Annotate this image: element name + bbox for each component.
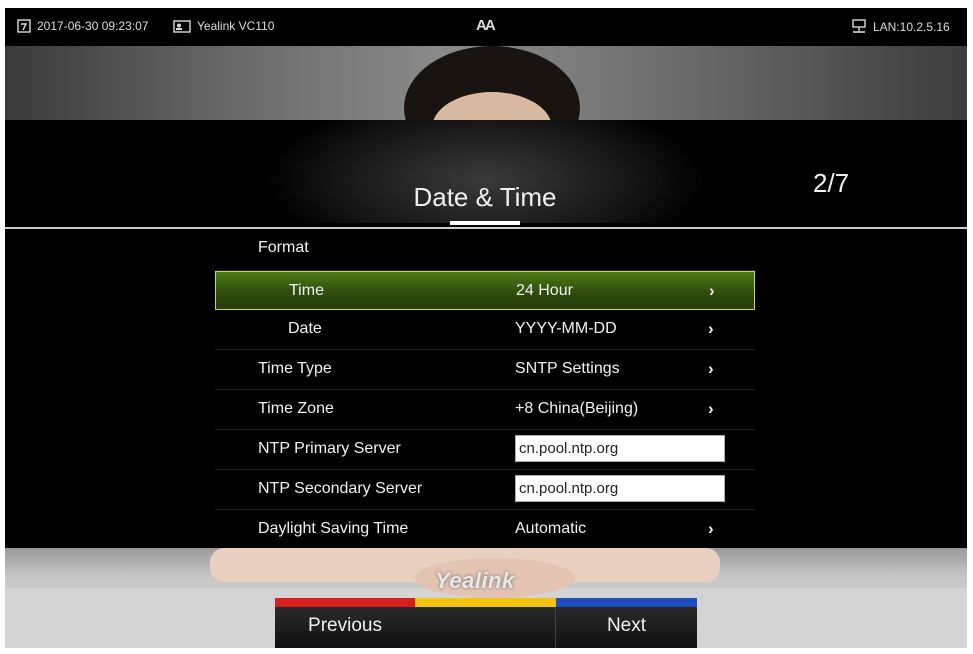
setting-label: Daylight Saving Time bbox=[258, 520, 409, 537]
setting-label: Date bbox=[288, 320, 322, 337]
chevron-right-icon: › bbox=[708, 399, 714, 418]
person-head-image bbox=[404, 46, 580, 120]
setting-value: YYYY-MM-DD bbox=[515, 320, 617, 337]
blank-softkey-button[interactable] bbox=[415, 607, 556, 648]
text-size-icon: AA bbox=[476, 17, 496, 34]
page-indicator: 2/7 bbox=[813, 168, 850, 198]
setting-value: +8 China(Beijing) bbox=[515, 400, 639, 417]
status-bar: 2017-06-30 09:23:07 Yealink VC110 AA LAN… bbox=[5, 8, 967, 46]
setting-label: Time bbox=[289, 282, 324, 299]
setting-label: Time Type bbox=[258, 360, 332, 377]
settings-list: Format Time 24 Hour › Date YYYY-MM-DD › … bbox=[215, 231, 755, 550]
screen-frame: 2017-06-30 09:23:07 Yealink VC110 AA LAN… bbox=[5, 8, 967, 648]
camera-preview-top bbox=[5, 46, 967, 120]
setting-row-time-type[interactable]: Time Type SNTP Settings › bbox=[215, 350, 755, 390]
setting-row-ntp-secondary: NTP Secondary Server cn.pool.ntp.org bbox=[215, 470, 755, 510]
datetime-text: 2017-06-30 09:23:07 bbox=[37, 19, 149, 33]
chevron-right-icon: › bbox=[709, 281, 715, 300]
title-area: Date & Time 2/7 bbox=[5, 120, 967, 225]
device-status: Yealink VC110 bbox=[173, 19, 274, 33]
setting-row-time-format[interactable]: Time 24 Hour › bbox=[215, 271, 755, 310]
chevron-right-icon: › bbox=[708, 319, 714, 338]
softkey-red-strip bbox=[275, 598, 415, 607]
setting-row-ntp-primary: NTP Primary Server cn.pool.ntp.org bbox=[215, 430, 755, 470]
network-text: LAN:10.2.5.16 bbox=[873, 20, 950, 34]
datetime-status: 2017-06-30 09:23:07 bbox=[17, 19, 148, 33]
contact-card-icon bbox=[173, 19, 191, 33]
setting-row-time-zone[interactable]: Time Zone +8 China(Beijing) › bbox=[215, 390, 755, 430]
lan-icon bbox=[852, 19, 866, 33]
ntp-secondary-server-input[interactable]: cn.pool.ntp.org bbox=[515, 475, 725, 502]
softkey-bar: Previous Next bbox=[275, 598, 697, 648]
setting-label: NTP Primary Server bbox=[258, 440, 401, 457]
setting-value: Automatic bbox=[515, 520, 587, 537]
setting-label: NTP Secondary Server bbox=[258, 480, 423, 497]
setting-value: SNTP Settings bbox=[515, 360, 620, 377]
calendar-icon bbox=[17, 19, 31, 33]
format-header-label: Format bbox=[258, 239, 309, 256]
chevron-right-icon: › bbox=[708, 359, 714, 378]
title-underline bbox=[450, 221, 520, 225]
softkey-blue-strip bbox=[556, 598, 697, 607]
next-button[interactable]: Next bbox=[556, 607, 697, 648]
yealink-logo: Yealink bbox=[435, 568, 515, 593]
device-name-text: Yealink VC110 bbox=[197, 19, 275, 33]
format-section-header: Format bbox=[215, 231, 755, 271]
ntp-primary-server-input[interactable]: cn.pool.ntp.org bbox=[515, 435, 725, 462]
setting-row-daylight-saving[interactable]: Daylight Saving Time Automatic › bbox=[215, 510, 755, 550]
previous-button[interactable]: Previous bbox=[275, 607, 416, 648]
settings-panel: Date & Time 2/7 Format Time 24 Hour › Da… bbox=[5, 120, 967, 550]
setting-label: Time Zone bbox=[258, 400, 334, 417]
title-divider bbox=[5, 227, 967, 229]
chevron-right-icon: › bbox=[708, 519, 714, 538]
network-status: LAN:10.2.5.16 bbox=[851, 19, 950, 35]
page-title: Date & Time bbox=[413, 182, 557, 212]
setting-value: 24 Hour bbox=[516, 282, 573, 299]
softkey-yellow-strip bbox=[415, 598, 556, 607]
setting-row-date-format[interactable]: Date YYYY-MM-DD › bbox=[215, 310, 755, 350]
